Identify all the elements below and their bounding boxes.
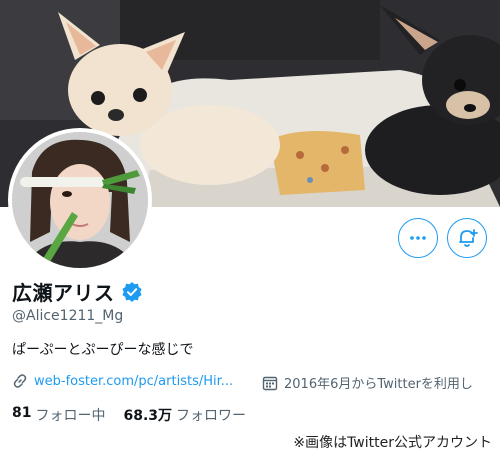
handle: @Alice1211_Mg <box>12 308 124 324</box>
followers-label: フォロワー <box>176 408 247 424</box>
more-options-button[interactable] <box>398 218 438 258</box>
following-count: 81 <box>12 405 32 421</box>
more-options-icon <box>410 236 426 240</box>
avatar-image <box>12 132 148 268</box>
following-link[interactable]: 81 フォロー中 <box>12 405 105 425</box>
website-link[interactable]: web-foster.com/pc/artists/Hir... <box>34 374 233 389</box>
notifications-button[interactable] <box>447 218 487 258</box>
bell-plus-icon <box>459 229 478 247</box>
follow-counts: 81 フォロー中 68.3万 フォロワー <box>12 405 246 425</box>
display-name: 広瀬アリス <box>12 277 143 306</box>
join-date: 2016年6月からTwitterを利用し <box>284 377 473 392</box>
profile-meta: web-foster.com/pc/artists/Hir... 2016年6月… <box>12 373 500 393</box>
calendar-icon <box>262 376 278 390</box>
following-label: フォロー中 <box>35 408 106 424</box>
link-icon <box>13 374 27 388</box>
display-name-text: 広瀬アリス <box>12 281 115 305</box>
image-credit-note: ※画像はTwitter公式アカウント <box>293 435 492 451</box>
followers-count: 68.3万 <box>123 408 173 424</box>
join-date-item: 2016年6月からTwitterを利用し <box>262 373 473 392</box>
followers-link[interactable]: 68.3万 フォロワー <box>123 405 246 425</box>
avatar[interactable] <box>8 128 152 272</box>
website-item[interactable]: web-foster.com/pc/artists/Hir... <box>12 373 233 389</box>
bio: ぱーぷーとぷーぴーな感じで <box>12 342 194 358</box>
verified-badge-icon <box>121 281 142 302</box>
